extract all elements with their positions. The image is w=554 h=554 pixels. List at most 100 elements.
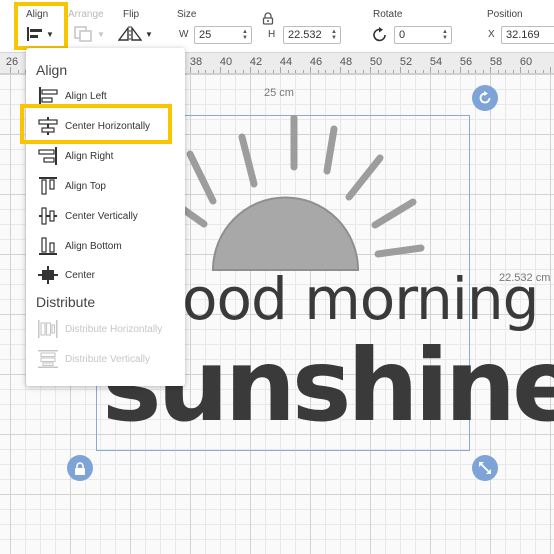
width-prefix: W (179, 29, 189, 40)
ruler-number: 38 (189, 56, 203, 68)
ruler-tick (227, 70, 229, 73)
menu-item-align-right[interactable]: Align Right (26, 143, 185, 169)
align-bottom-icon (37, 235, 59, 257)
ruler-tick (295, 70, 296, 73)
menu-item-label: Align Bottom (65, 240, 122, 252)
flip-button[interactable]: ▼ (118, 26, 153, 42)
menu-item-label: Center Vertically (65, 210, 138, 222)
width-value: 25 (199, 29, 212, 41)
ruler-tick (505, 70, 506, 73)
align-menu: Align Align Left Center Horizontally Ali… (26, 48, 185, 386)
distribute-horizontally-icon (37, 318, 59, 340)
ruler-tick (347, 70, 349, 73)
height-input[interactable]: 22.532 ▲ ▼ (283, 26, 341, 44)
rotate-spinner-icon[interactable]: ▲ ▼ (442, 29, 448, 41)
ruler-tick (317, 70, 319, 73)
ruler-tick (392, 70, 394, 73)
ruler-tick (287, 70, 289, 73)
ruler-tick (332, 70, 334, 73)
resize-icon (479, 462, 491, 474)
lock-handle[interactable] (67, 455, 93, 481)
ruler-number: 48 (339, 56, 353, 68)
ruler-tick (490, 67, 491, 73)
menu-item-distribute-vertically[interactable]: Distribute Vertically (26, 346, 185, 372)
rotate-handle-icon (479, 91, 491, 104)
align-highlight (14, 2, 68, 50)
rotate-input[interactable]: 0 ▲ ▼ (394, 26, 452, 44)
ruler-number: 40 (219, 56, 233, 68)
lock-ratio-icon[interactable] (262, 12, 274, 25)
ruler-tick (220, 67, 221, 73)
ruler-tick (370, 67, 371, 73)
distribute-vertically-icon (37, 348, 59, 370)
rotate-handle[interactable] (472, 85, 498, 111)
menu-item-align-bottom[interactable]: Align Bottom (26, 233, 185, 259)
menu-item-label: Align Top (65, 180, 106, 192)
ruler-tick (497, 70, 499, 73)
arrange-icon (74, 26, 92, 42)
width-spinner-icon[interactable]: ▲ ▼ (242, 29, 248, 41)
ruler-tick (460, 67, 461, 73)
ruler-tick (430, 67, 431, 73)
menu-item-distribute-horizontally[interactable]: Distribute Horizontally (26, 316, 185, 342)
ruler-tick (482, 70, 484, 73)
ruler-number: 60 (519, 56, 533, 68)
menu-item-center[interactable]: Center (26, 262, 185, 288)
ruler-number: 26 (5, 56, 19, 68)
ruler-tick (385, 70, 386, 73)
ruler-tick (467, 70, 469, 73)
center-vertically-icon (37, 205, 59, 227)
ruler-tick (212, 70, 214, 73)
ruler-number: 56 (459, 56, 473, 68)
ruler-number: 44 (279, 56, 293, 68)
rotate-value: 0 (399, 29, 406, 41)
ruler-tick (542, 70, 544, 73)
position-label: Position (487, 9, 523, 20)
height-prefix: H (268, 29, 276, 40)
ruler-tick (310, 67, 311, 73)
ruler-number: 50 (369, 56, 383, 68)
height-value: 22.532 (288, 29, 322, 41)
ruler-tick (272, 70, 274, 73)
x-prefix: X (488, 29, 495, 40)
ruler-tick (257, 70, 259, 73)
menu-item-label: Distribute Vertically (65, 353, 151, 365)
distribute-heading: Distribute (36, 294, 96, 310)
menu-item-label: Distribute Horizontally (65, 323, 163, 335)
ruler-number: 58 (489, 56, 503, 68)
menu-item-center-vertically[interactable]: Center Vertically (26, 203, 185, 229)
ruler-tick (280, 67, 281, 73)
ruler-tick (302, 70, 304, 73)
height-spinner-icon[interactable]: ▲ ▼ (331, 29, 337, 41)
flip-icon (118, 26, 142, 42)
menu-item-label: Center (65, 269, 96, 281)
ruler-tick (445, 70, 446, 73)
ruler-tick (355, 70, 356, 73)
ruler-tick (17, 70, 19, 73)
arrange-caret-icon: ▼ (97, 29, 105, 39)
ruler-number: 52 (399, 56, 413, 68)
ruler-tick (520, 67, 521, 73)
toolbar: Align ▼ Arrange ▼ Flip ▼ Size W 25 ▲ ▼ H… (0, 0, 554, 53)
arrange-label: Arrange (68, 9, 104, 20)
ruler-number: 54 (429, 56, 443, 68)
rotate-label: Rotate (373, 9, 403, 20)
x-position-value: 32.169 (506, 29, 540, 41)
resize-handle[interactable] (472, 455, 498, 481)
ruler-tick (415, 70, 416, 73)
menu-item-align-top[interactable]: Align Top (26, 173, 185, 199)
ruler-tick (437, 70, 439, 73)
flip-label: Flip (123, 9, 140, 20)
ruler-tick (527, 70, 529, 73)
ruler-tick (325, 70, 326, 73)
flip-caret-icon: ▼ (145, 29, 153, 39)
width-input[interactable]: 25 ▲ ▼ (194, 26, 252, 44)
ruler-tick (475, 70, 476, 73)
menu-item-label: Align Right (65, 150, 114, 162)
ruler-tick (400, 67, 401, 73)
ruler-tick (340, 67, 341, 73)
artwork-text-line1: ood morning (182, 265, 539, 333)
x-position-input[interactable]: 32.169 (501, 26, 554, 44)
arrange-button[interactable]: ▼ (74, 26, 105, 42)
ruler-tick (550, 67, 551, 73)
